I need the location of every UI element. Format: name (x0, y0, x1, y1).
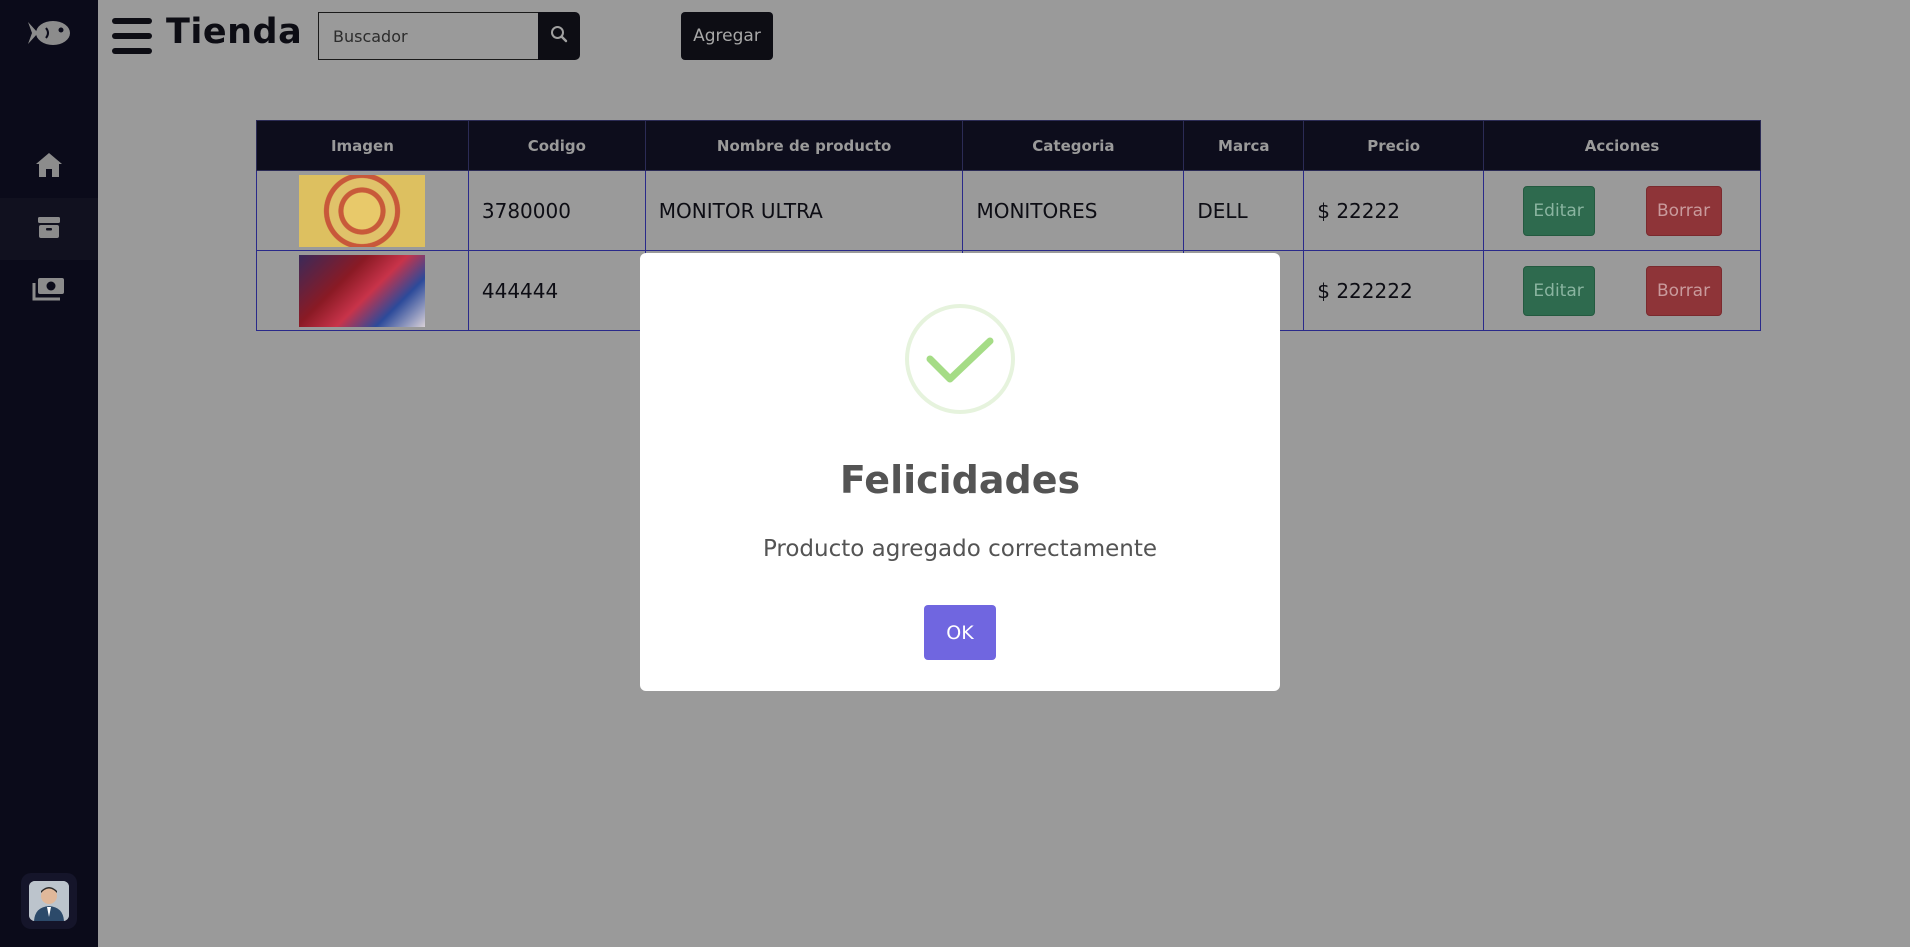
product-brand: DELL (1183, 170, 1305, 251)
hamburger-menu-icon[interactable] (112, 18, 152, 54)
avatar[interactable] (21, 873, 77, 929)
column-header-actions: Acciones (1483, 120, 1761, 171)
search-button[interactable] (538, 12, 580, 60)
actions-cell: Editar Borrar (1483, 170, 1761, 251)
actions-cell: Editar Borrar (1483, 250, 1761, 331)
column-header-category: Categoria (962, 120, 1185, 171)
dialog-message: Producto agregado correctamente (762, 536, 1158, 562)
money-icon (32, 276, 66, 306)
dialog-title: Felicidades (839, 458, 1081, 502)
product-image-cell (256, 250, 469, 331)
sidebar-nav (0, 136, 98, 322)
box-icon (36, 215, 62, 243)
product-price: $ 22222 (1303, 170, 1485, 251)
search-icon (550, 25, 568, 47)
column-header-name: Nombre de producto (644, 120, 964, 171)
product-price: $ 222222 (1303, 250, 1485, 331)
sidebar-item-sales[interactable] (0, 260, 98, 322)
edit-button[interactable]: Editar (1522, 185, 1595, 236)
add-product-button[interactable]: Agregar (681, 12, 773, 60)
app-title: Tienda (166, 12, 303, 52)
delete-button[interactable]: Borrar (1645, 265, 1722, 316)
product-category: MONITORES (962, 170, 1185, 251)
column-header-price: Precio (1303, 120, 1485, 171)
delete-button[interactable]: Borrar (1645, 185, 1722, 236)
edit-button[interactable]: Editar (1522, 265, 1595, 316)
column-header-code: Codigo (467, 120, 646, 171)
fish-icon[interactable] (24, 16, 74, 50)
sidebar-item-home[interactable] (0, 136, 98, 198)
top-bar: Tienda Agregar (98, 0, 1910, 74)
column-header-image: Imagen (256, 120, 469, 171)
home-icon (34, 151, 64, 183)
success-dialog: Felicidades Producto agregado correctame… (640, 253, 1280, 691)
product-image-cell (256, 170, 469, 251)
product-code: 3780000 (467, 170, 646, 251)
product-image (299, 174, 426, 247)
ok-button[interactable]: OK (924, 605, 996, 660)
user-avatar-icon (29, 881, 69, 921)
sidebar-item-products[interactable] (0, 198, 98, 260)
column-header-brand: Marca (1183, 120, 1305, 171)
search-input[interactable] (318, 12, 538, 60)
table-header-row: Imagen Codigo Nombre de producto Categor… (256, 120, 1761, 171)
product-code: 444444 (467, 250, 646, 331)
table-row: 3780000 MONITOR ULTRA MONITORES DELL $ 2… (256, 170, 1761, 251)
product-name: MONITOR ULTRA (644, 170, 964, 251)
sidebar (0, 0, 98, 947)
success-check-icon (904, 303, 1016, 415)
product-image (299, 254, 426, 327)
